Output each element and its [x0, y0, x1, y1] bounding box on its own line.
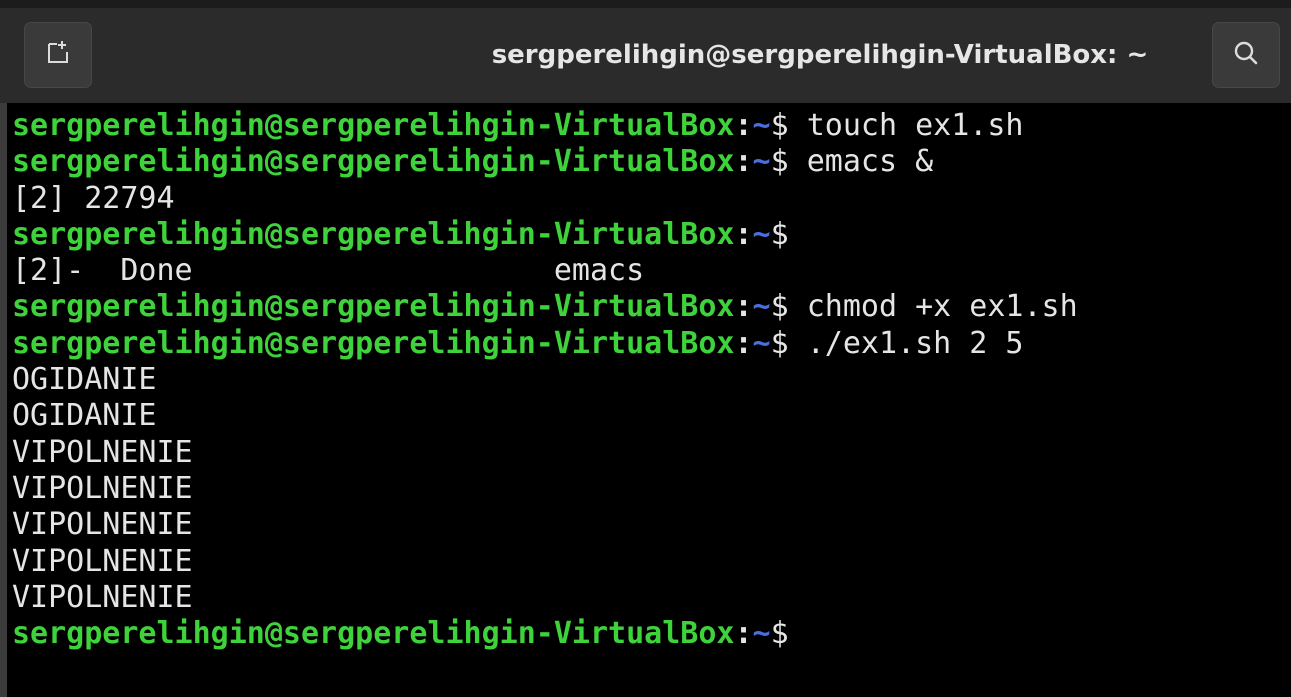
text-cursor: [789, 618, 806, 648]
prompt-user: sergperelihgin@sergperelihgin-VirtualBox: [12, 616, 735, 652]
output-text: VIPOLNENIE: [12, 470, 193, 506]
prompt-line: sergperelihgin@sergperelihgin-VirtualBox…: [12, 217, 1282, 253]
prompt-line: sergperelihgin@sergperelihgin-VirtualBox…: [12, 616, 1282, 652]
prompt-user: sergperelihgin@sergperelihgin-VirtualBox: [12, 289, 735, 325]
search-button[interactable]: [1212, 22, 1280, 88]
prompt-path: ~: [752, 216, 771, 252]
prompt-line: sergperelihgin@sergperelihgin-VirtualBox…: [12, 289, 1282, 325]
output-line: OGIDANIE: [12, 362, 1282, 398]
prompt-path: ~: [752, 616, 771, 652]
prompt-symbol: $: [770, 616, 789, 652]
command-text: emacs &: [788, 144, 934, 180]
window-edge: [0, 103, 7, 697]
output-text: VIPOLNENIE: [12, 434, 193, 470]
prompt-user: sergperelihgin@sergperelihgin-VirtualBox: [12, 325, 735, 361]
prompt-user: sergperelihgin@sergperelihgin-VirtualBox: [12, 216, 735, 252]
output-line: VIPOLNENIE: [12, 435, 1282, 471]
prompt-line: sergperelihgin@sergperelihgin-VirtualBox…: [12, 326, 1282, 362]
prompt-path: ~: [752, 144, 771, 180]
prompt-colon: :: [734, 616, 753, 652]
prompt-colon: :: [734, 289, 753, 325]
output-text: VIPOLNENIE: [12, 507, 193, 543]
prompt-colon: :: [734, 216, 753, 252]
prompt-line: sergperelihgin@sergperelihgin-VirtualBox…: [12, 144, 1282, 180]
output-line: VIPOLNENIE: [12, 471, 1282, 507]
command-text: touch ex1.sh: [788, 108, 1024, 143]
output-line: VIPOLNENIE: [12, 544, 1282, 580]
output-text: OGIDANIE: [12, 398, 157, 434]
terminal-window: sergperelihgin@sergperelihgin-VirtualBox…: [0, 0, 1291, 697]
search-icon: [1231, 38, 1261, 73]
new-tab-button[interactable]: [24, 22, 92, 88]
command-text: chmod +x ex1.sh: [788, 289, 1078, 325]
output-line: VIPOLNENIE: [12, 580, 1282, 616]
prompt-path: ~: [752, 108, 771, 143]
prompt-line: sergperelihgin@sergperelihgin-VirtualBox…: [12, 108, 1282, 144]
output-line: VIPOLNENIE: [12, 507, 1282, 543]
output-text: [2]- Done emacs: [12, 253, 645, 289]
title-bar: sergperelihgin@sergperelihgin-VirtualBox…: [0, 0, 1291, 103]
prompt-user: sergperelihgin@sergperelihgin-VirtualBox: [12, 108, 735, 143]
prompt-symbol: $: [770, 144, 789, 180]
command-text: ./ex1.sh 2 5: [788, 325, 1024, 361]
terminal-output[interactable]: sergperelihgin@sergperelihgin-VirtualBox…: [12, 108, 1282, 693]
prompt-colon: :: [734, 325, 753, 361]
output-text: VIPOLNENIE: [12, 543, 193, 579]
prompt-symbol: $: [770, 325, 789, 361]
output-line: [2]- Done emacs: [12, 253, 1282, 289]
prompt-symbol: $: [770, 289, 789, 325]
window-title: sergperelihgin@sergperelihgin-VirtualBox…: [491, 40, 1149, 70]
output-text: [2] 22794: [12, 180, 175, 216]
output-text: OGIDANIE: [12, 362, 157, 398]
output-line: [2] 22794: [12, 181, 1282, 217]
prompt-colon: :: [734, 108, 753, 143]
output-line: OGIDANIE: [12, 398, 1282, 434]
prompt-user: sergperelihgin@sergperelihgin-VirtualBox: [12, 144, 735, 180]
prompt-path: ~: [752, 325, 771, 361]
prompt-symbol: $: [770, 108, 789, 143]
output-text: VIPOLNENIE: [12, 579, 193, 615]
prompt-symbol: $: [770, 216, 789, 252]
prompt-path: ~: [752, 289, 771, 325]
new-tab-icon: [43, 38, 73, 73]
prompt-colon: :: [734, 144, 753, 180]
